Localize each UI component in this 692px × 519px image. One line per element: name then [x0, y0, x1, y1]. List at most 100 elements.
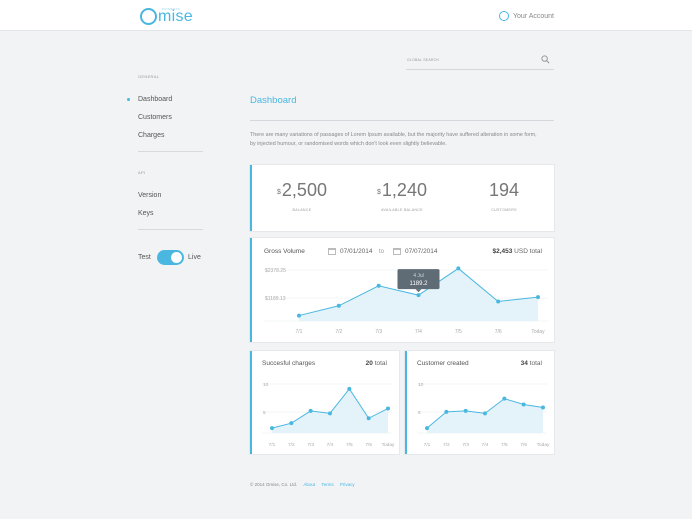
- stat-currency: $: [277, 189, 281, 196]
- page-intro: There are many variations of passages of…: [250, 132, 537, 147]
- y-tick-label: 5: [418, 410, 421, 416]
- data-point: [502, 396, 507, 401]
- sidebar-heading-api: API: [138, 170, 146, 175]
- customers-created-card: Customer created 34 total 10 5 7/1 7/2 7/3 7/…: [405, 351, 554, 454]
- y-tick-label: $2378.25: [265, 268, 286, 274]
- logo-o-mark: [140, 8, 157, 25]
- data-point: [425, 426, 429, 431]
- data-point: [270, 426, 274, 431]
- tooltip-value: 1189.2: [410, 281, 429, 287]
- x-tick-label: 7/2: [335, 329, 342, 335]
- stat-balance: $2,500 BALANCE: [252, 180, 352, 212]
- data-point: [297, 313, 301, 318]
- mode-test-label[interactable]: Test: [138, 254, 151, 261]
- data-point: [536, 295, 540, 300]
- x-tick-label: Today: [537, 442, 550, 448]
- footer-link-privacy[interactable]: Privacy: [340, 482, 355, 487]
- x-tick-label: 7/1: [424, 442, 431, 448]
- x-tick-label: 7/4: [327, 442, 334, 448]
- stat-number: 194: [488, 180, 520, 200]
- account-link[interactable]: Your Account: [499, 11, 554, 21]
- omise-logo[interactable]: mise PAYMENTS: [140, 3, 193, 27]
- stat-currency: $: [377, 189, 381, 196]
- sidebar-item-keys[interactable]: Keys: [138, 210, 154, 217]
- data-point: [463, 408, 468, 413]
- stat-number: 2,500: [281, 180, 327, 200]
- tooltip-label: 4 Jul: [413, 273, 424, 279]
- y-tick-label: $1189.13: [265, 296, 286, 302]
- stat-label: CUSTOMERS: [491, 208, 517, 212]
- x-tick-label: 7/1: [269, 442, 276, 448]
- stat-value: $1,240: [352, 180, 452, 201]
- x-tick-label: 7/3: [462, 442, 469, 448]
- data-point: [336, 303, 341, 308]
- stats-card: $2,500 BALANCE $1,240 AVAILABLE BALANCE …: [250, 165, 554, 231]
- active-indicator-dot: [127, 98, 130, 101]
- sidebar-item-charges[interactable]: Charges: [138, 132, 164, 139]
- test-live-toggle[interactable]: [157, 250, 184, 265]
- mode-live-label[interactable]: Live: [188, 254, 201, 261]
- search-input[interactable]: GLOBAL SEARCH: [407, 58, 439, 62]
- data-point: [376, 283, 381, 288]
- series-area: [272, 388, 388, 433]
- data-point: [289, 421, 294, 426]
- footer-link-about[interactable]: About: [303, 482, 315, 487]
- stat-label: AVAILABLE BALANCE: [381, 208, 423, 212]
- search-icon[interactable]: [541, 55, 550, 64]
- stat-value: $2,500: [252, 180, 352, 201]
- sidebar-item-version[interactable]: Version: [138, 192, 161, 199]
- data-point: [496, 299, 501, 304]
- y-tick-label: 5: [263, 410, 266, 416]
- successful-charges-card: Succesful charges 20 total 10 5 7/1 7/2 7/3 7…: [250, 351, 399, 454]
- stat-customers: 194 CUSTOMERS: [454, 180, 554, 212]
- gross-volume-chart: $2378.25 $1189.13 7/1 7/2 7/3 7/4 7/5 7/6 Today 4…: [264, 266, 548, 335]
- sidebar-heading-general: GENERAL: [138, 74, 160, 79]
- footer-copyright: © 2014 Omise, Co. Ltd.: [250, 482, 298, 487]
- footer-link-terms[interactable]: Terms: [321, 482, 333, 487]
- x-tick-label: 7/5: [455, 329, 462, 335]
- data-point: [416, 293, 421, 298]
- data-point: [386, 406, 390, 411]
- x-tick-label: 7/4: [482, 442, 489, 448]
- customers-created-chart: 10 5 7/1 7/2 7/3 7/4 7/5 7/6 Today: [417, 382, 550, 448]
- x-tick-label: 7/6: [520, 442, 527, 448]
- y-tick-label: 10: [418, 382, 424, 388]
- x-tick-label: 7/1: [296, 329, 303, 335]
- gross-volume-card: Gross Volume 07/01/2014 to 07/07/2014 $2…: [250, 238, 554, 342]
- sidebar-item-dashboard[interactable]: Dashboard: [138, 96, 172, 103]
- x-tick-label: 7/2: [288, 442, 295, 448]
- data-point: [541, 405, 545, 410]
- title-divider: [250, 120, 554, 121]
- data-point: [366, 416, 371, 421]
- x-tick-label: 7/6: [495, 329, 502, 335]
- x-tick-label: 7/2: [443, 442, 450, 448]
- logo-tagline: PAYMENTS: [162, 7, 180, 11]
- sidebar-divider: [138, 151, 203, 152]
- data-point: [456, 266, 461, 271]
- stat-label: BALANCE: [292, 208, 312, 212]
- top-bar: mise PAYMENTS Your Account: [0, 0, 692, 31]
- data-point: [347, 386, 352, 391]
- x-tick-label: 7/3: [375, 329, 382, 335]
- data-point: [444, 409, 449, 414]
- account-label: Your Account: [513, 12, 554, 20]
- toggle-knob: [170, 251, 183, 264]
- sidebar-item-customers[interactable]: Customers: [138, 114, 172, 121]
- page-title: Dashboard: [250, 95, 297, 106]
- data-point: [328, 411, 332, 416]
- x-tick-label: Today: [531, 329, 545, 335]
- data-point: [483, 411, 487, 416]
- sidebar-divider: [138, 229, 203, 230]
- successful-charges-chart: 10 5 7/1 7/2 7/3 7/4 7/5 7/6 Today: [262, 382, 395, 448]
- global-search[interactable]: GLOBAL SEARCH: [406, 55, 554, 70]
- stat-value: 194: [454, 180, 554, 201]
- series-area: [427, 398, 543, 433]
- account-circle-icon: [499, 11, 509, 21]
- x-tick-label: 7/4: [415, 329, 422, 335]
- x-tick-label: 7/3: [307, 442, 314, 448]
- x-tick-label: 7/5: [346, 442, 353, 448]
- stat-number: 1,240: [381, 180, 427, 200]
- data-point: [521, 402, 526, 407]
- x-tick-label: 7/6: [365, 442, 372, 448]
- x-tick-label: Today: [382, 442, 395, 448]
